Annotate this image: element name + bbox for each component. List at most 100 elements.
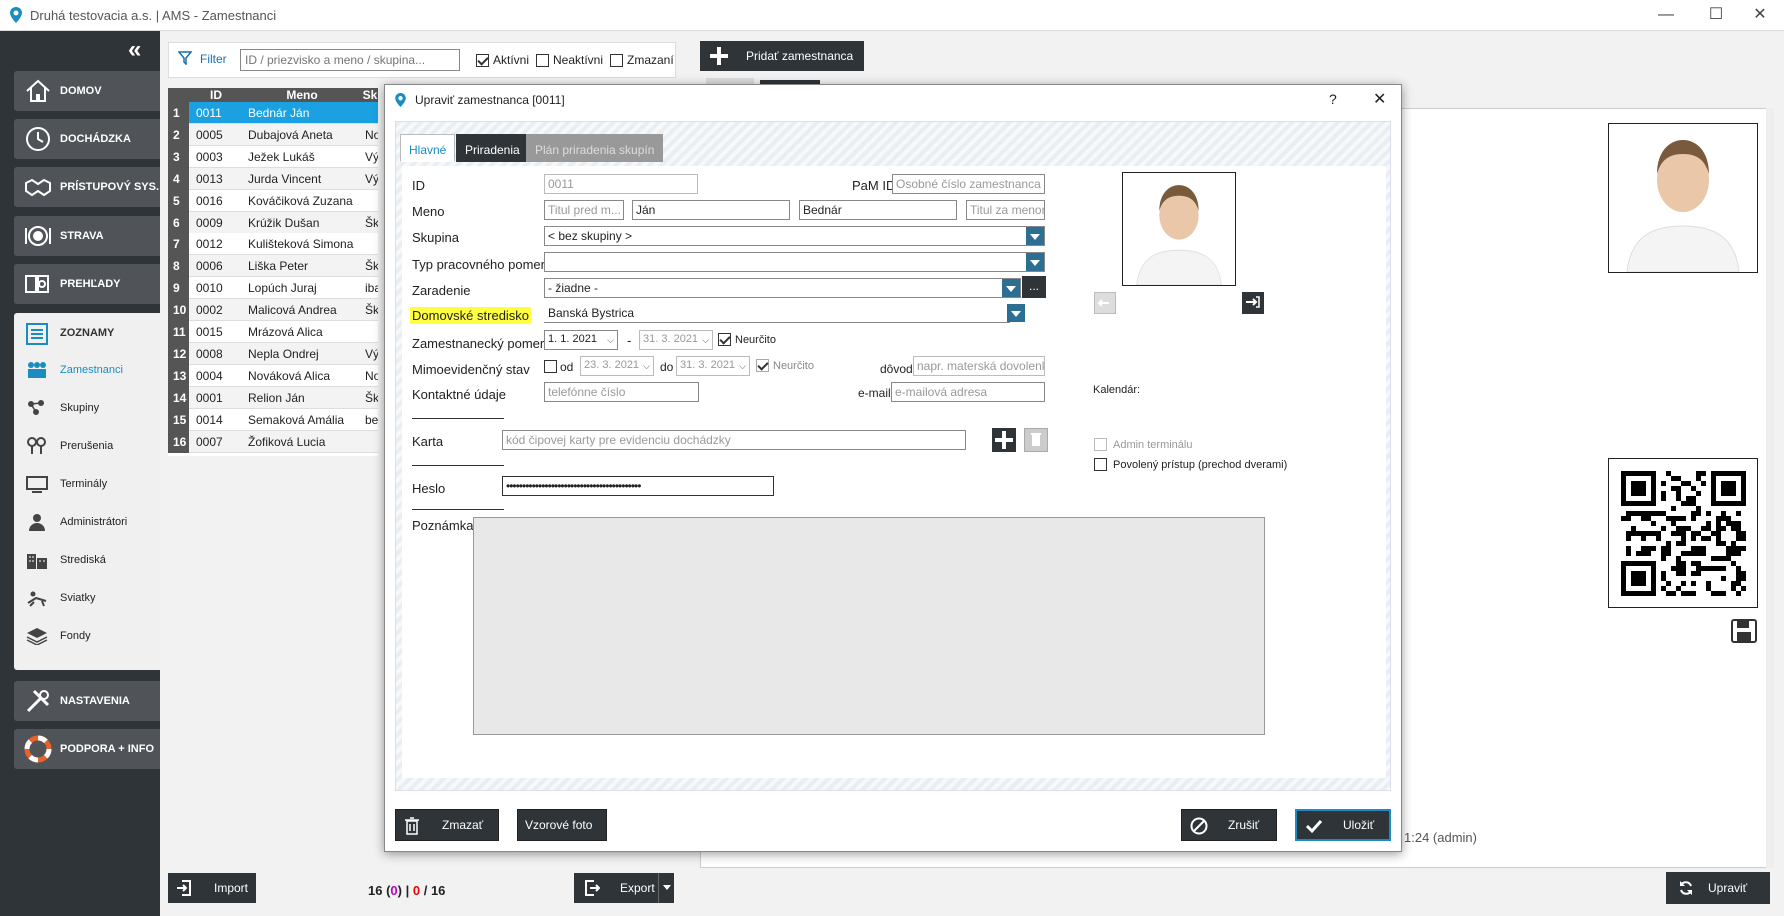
stredisko-select[interactable]: Banská Bystrica — [544, 303, 1026, 323]
table-row[interactable]: 13 0004 Nováková Alica Nočná — [168, 364, 378, 387]
minimize-button[interactable]: — — [1646, 4, 1686, 26]
last-name-field[interactable]: Bednár — [799, 200, 957, 220]
col-header-id[interactable]: ID — [190, 88, 242, 102]
tab-plan-priradenia[interactable]: Plán priradenia skupín — [526, 134, 664, 162]
module-domov[interactable]: DOMOV — [14, 71, 160, 111]
zaradenie-more-button[interactable]: ... — [1022, 276, 1046, 298]
tab-priradenia[interactable]: Priradenia — [456, 134, 529, 162]
qr-module — [1691, 496, 1696, 501]
help-button[interactable]: ? — [1329, 91, 1337, 107]
table-row[interactable]: 8 0006 Liška Peter Škola — [168, 255, 378, 278]
email-field[interactable]: e-mailová adresa — [891, 382, 1045, 402]
add-employee-button[interactable]: Pridať zamestnanca — [700, 41, 864, 71]
import-button[interactable]: Import — [168, 873, 256, 903]
phone-field[interactable]: telefónne číslo — [544, 382, 699, 402]
add-card-button[interactable] — [992, 428, 1016, 452]
typ-pomeru-select[interactable] — [544, 252, 1045, 272]
table-row[interactable]: 6 0009 Krúžik Dušan Škola — [168, 211, 378, 234]
qr-module — [1701, 481, 1706, 486]
password-field[interactable]: ••••••••••••••••••••••••••••••••••••••••… — [502, 476, 774, 496]
table-row[interactable]: 1 0011 Bednár Ján — [168, 102, 378, 124]
check-neaktivni[interactable]: Neaktívni — [536, 53, 603, 67]
dovod-field[interactable]: napr. materská dovolenka — [913, 356, 1045, 376]
sample-photo-button[interactable]: Vzorové foto — [517, 809, 607, 841]
skupina-select[interactable]: < bez skupiny > — [544, 226, 1045, 246]
pomer-do-date[interactable]: 31. 3. 2021 ⌵ — [639, 330, 713, 350]
table-row[interactable]: 4 0013 Jurda Vincent Výroba — [168, 167, 378, 190]
sidebar-item-zamestnanci[interactable]: Zamestnanci — [14, 353, 160, 387]
mimo-neurcito-check[interactable]: Neurčito — [756, 359, 814, 372]
sidebar-item-strediska[interactable]: Strediská — [14, 543, 160, 577]
pam-id-field[interactable]: Osobné číslo zamestnanca ... — [892, 174, 1045, 194]
table-row[interactable]: 7 0012 Kulišteková Simona — [168, 233, 378, 256]
delete-card-button[interactable] — [1024, 428, 1048, 452]
table-row[interactable]: 11 0015 Mrázová Alica — [168, 321, 378, 343]
filter-label[interactable]: Filter — [200, 52, 227, 66]
table-row[interactable]: 15 0014 Semaková Amália bez zm — [168, 408, 378, 431]
export-dropdown-toggle[interactable] — [658, 873, 674, 903]
sidebar-item-skupiny[interactable]: Skupiny — [14, 391, 160, 425]
checkbox[interactable] — [536, 53, 549, 67]
cancel-button[interactable]: Zrušiť — [1181, 809, 1277, 841]
mimo-od-date[interactable]: 23. 3. 2021 ⌵ — [580, 356, 654, 376]
card-field[interactable]: kód čipovej karty pre evidenciu dochádzk… — [502, 430, 966, 450]
tab-hlavne[interactable]: Hlavné — [400, 134, 456, 162]
first-name-field[interactable]: Ján — [632, 200, 790, 220]
table-row[interactable]: 3 0003 Ježek Lukáš Výroba — [168, 145, 378, 168]
checkbox[interactable] — [1094, 458, 1107, 471]
pomer-neurcito-check[interactable]: Neurčito — [718, 333, 776, 346]
table-row[interactable]: 14 0001 Relion Ján Škola — [168, 386, 378, 409]
title-before-field[interactable]: Titul pred m... — [544, 200, 624, 220]
dialog-close-button[interactable]: ✕ — [1373, 89, 1386, 109]
table-row[interactable]: 2 0005 Dubajová Aneta Nočná — [168, 123, 378, 146]
save-button[interactable]: Uložiť — [1295, 809, 1391, 841]
module-podpora[interactable]: PODPORA + INFO — [14, 729, 160, 769]
qr-module — [1726, 546, 1731, 551]
edit-button[interactable]: Upraviť — [1666, 872, 1770, 904]
module-dochadzka[interactable]: DOCHÁDZKA — [14, 119, 160, 159]
col-header-meno[interactable]: Meno — [242, 88, 362, 102]
sidebar-item-terminaly[interactable]: Terminály — [14, 467, 160, 501]
check-zmazani[interactable]: Zmazaní — [610, 53, 674, 67]
module-strava[interactable]: STRAVA — [14, 216, 160, 256]
title-after-field[interactable]: Titul za menom — [966, 200, 1045, 220]
table-row[interactable]: 10 0002 Malicová Andrea Škola — [168, 299, 378, 322]
module-nastavenia[interactable]: NASTAVENIA — [14, 681, 160, 721]
table-row[interactable]: 9 0010 Lopúch Juraj iba pe — [168, 277, 378, 300]
detail-scrollbar[interactable] — [1766, 108, 1774, 868]
pomer-od-date[interactable]: 1. 1. 2021 ⌵ — [544, 330, 618, 350]
floppy-save-icon[interactable] — [1731, 619, 1757, 643]
sidebar-item-prerusenia[interactable]: Prerušenia — [14, 429, 160, 463]
checkbox[interactable] — [1094, 438, 1107, 451]
mimo-checkbox[interactable] — [544, 360, 557, 373]
photo-prev-button[interactable] — [1094, 292, 1116, 314]
note-textarea[interactable] — [473, 517, 1265, 735]
export-button[interactable]: Export — [574, 873, 674, 903]
filter-input[interactable] — [240, 49, 460, 71]
povoleny-pristup-check[interactable]: Povolený prístup (prechod dverami) — [1094, 458, 1287, 471]
maximize-button[interactable]: ☐ — [1696, 4, 1736, 26]
checkbox[interactable] — [756, 359, 769, 372]
sidebar-item-administratori[interactable]: Administrátori — [14, 505, 160, 539]
zoznamy-header[interactable]: ZOZNAMY — [14, 313, 160, 353]
check-aktivni[interactable]: Aktívni — [476, 53, 529, 67]
photo-next-button[interactable] — [1242, 292, 1264, 314]
module-pristupovy[interactable]: PRÍSTUPOVÝ SYS. — [14, 167, 160, 207]
table-row[interactable]: 5 0016 Kováčiková Zuzana — [168, 189, 378, 212]
col-header-skupina[interactable]: Sk — [362, 88, 378, 102]
table-row[interactable]: 16 0007 Žofiková Lucia — [168, 430, 378, 453]
checkbox[interactable] — [476, 53, 489, 67]
checkbox[interactable] — [718, 333, 731, 346]
close-window-button[interactable]: ✕ — [1740, 4, 1780, 26]
table-row[interactable]: 12 0008 Nepla Ondrej Výroba — [168, 342, 378, 365]
sidebar-item-fondy[interactable]: Fondy — [14, 619, 160, 653]
zaradenie-select[interactable]: - žiadne - — [544, 278, 1021, 298]
delete-button[interactable]: Zmazať — [395, 809, 499, 841]
checkbox[interactable] — [610, 53, 623, 67]
sidebar-item-sviatky[interactable]: Sviatky — [14, 581, 160, 615]
collapse-sidebar-button[interactable]: « — [128, 36, 141, 64]
qr-module — [1686, 526, 1691, 531]
mimo-do-date[interactable]: 31. 3. 2021 ⌵ — [676, 356, 750, 376]
module-prehlady[interactable]: PREHĽADY — [14, 264, 160, 304]
admin-terminal-check[interactable]: Admin terminálu — [1094, 438, 1192, 451]
